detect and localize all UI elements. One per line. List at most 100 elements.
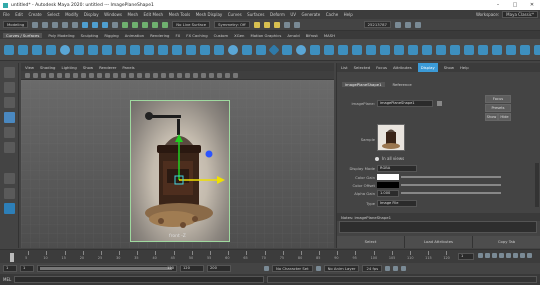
wireframe-on-shaded-icon[interactable] [145,72,150,78]
go-to-end-icon[interactable] [527,253,532,258]
film-gate-icon[interactable] [81,72,86,78]
menu-modify[interactable]: Modify [65,12,78,17]
presets-button[interactable]: Presets [485,104,511,112]
shelf-tab-custom[interactable]: Custom [214,33,229,38]
menuset-dropdown[interactable]: Modeling [3,21,29,28]
command-input[interactable] [14,276,265,283]
anim-preferences-icon[interactable] [401,266,407,271]
safe-action-icon[interactable] [113,72,118,78]
color-gain-slider[interactable] [401,176,501,178]
anim-layer-dropdown[interactable]: No Anim Layer [323,265,360,272]
menu-cache[interactable]: Cache [326,12,338,17]
hide-button[interactable]: Hide [498,113,511,121]
project-curve-icon[interactable] [436,44,446,55]
menu-file[interactable]: File [3,12,10,17]
color-gain-swatch[interactable] [377,174,399,180]
viewport-scene[interactable]: front -Z [21,80,334,248]
viewport-menu-show[interactable]: Show [83,65,93,70]
rotate-tool-icon[interactable] [4,127,15,138]
live-surface-field[interactable]: No Live Surface [172,21,211,28]
snap-grid-icon[interactable] [122,21,129,28]
camera-attributes-icon[interactable] [33,72,38,78]
shelf-tab-rigging[interactable]: Rigging [104,33,118,38]
shelf-tab-motion-graphics[interactable]: Motion Graphics [250,33,281,38]
insert-isoparms-icon[interactable] [520,44,530,55]
step-back-frame-icon[interactable] [492,253,497,258]
step-forward-frame-icon[interactable] [513,253,518,258]
notes-textarea[interactable] [339,221,537,233]
bezier-tools-icon[interactable] [214,44,224,55]
wireframe-icon[interactable] [129,72,134,78]
menu-deform[interactable]: Deform [270,12,285,17]
viewport-menu-lighting[interactable]: Lighting [61,65,76,70]
viewport-menu-shading[interactable]: Shading [40,65,55,70]
open-close-icon[interactable] [506,44,516,55]
step-back-key-icon[interactable] [485,253,490,258]
scale-tool-icon[interactable] [4,142,15,153]
alpha-gain-field[interactable]: 1.000 [377,190,399,197]
xray-joints-icon[interactable] [217,72,222,78]
render-view-icon[interactable] [293,21,300,28]
2d-pan-zoom-icon[interactable] [57,72,62,78]
command-language-label[interactable]: MEL [3,277,11,282]
ae-menu-focus[interactable]: Focus [376,65,387,70]
menu-windows[interactable]: Windows [104,12,122,17]
snap-live-icon[interactable] [162,21,169,28]
quick-layout-four-icon[interactable] [4,188,15,199]
color-offset-swatch[interactable] [377,182,399,188]
ae-menu-selected[interactable]: Selected [354,65,370,70]
viewport-menu-panels[interactable]: Panels [122,65,134,70]
play-forwards-icon[interactable] [506,253,511,258]
add-points-icon[interactable] [186,44,196,55]
attribute-editor-toggle-icon[interactable] [404,21,411,28]
cv-curve-icon[interactable] [4,44,14,55]
shelf-tab-animation[interactable]: Animation [125,33,144,38]
quick-layout-single-icon[interactable] [4,173,15,184]
grid-toggle-icon[interactable] [73,72,78,78]
nurbs-plane-icon[interactable] [282,44,292,55]
pencil-curve-icon[interactable] [32,44,42,55]
anti-aliasing-icon[interactable] [193,72,198,78]
ae-menu-help[interactable]: Help [460,65,469,70]
undo-icon[interactable] [62,21,69,28]
extend-curve-icon[interactable] [144,44,154,55]
shelf-tab-mash[interactable]: MASH [324,33,335,38]
save-scene-icon[interactable] [52,21,59,28]
ipr-render-icon[interactable] [263,21,270,28]
render-settings-icon[interactable] [273,21,280,28]
snap-point-icon[interactable] [142,21,149,28]
select-object-icon[interactable] [92,21,99,28]
step-forward-key-icon[interactable] [520,253,525,258]
extend-surface-icon[interactable] [534,44,540,55]
display-mode-dropdown[interactable]: RGBA [377,165,417,172]
symmetry-dropdown[interactable]: Symmetry: Off [214,21,250,28]
open-scene-icon[interactable] [42,21,49,28]
arc-icon[interactable] [46,44,56,55]
go-to-output-icon[interactable] [437,101,442,106]
move-tool-icon[interactable] [4,112,15,123]
node-tab-imageplaneshape[interactable]: imagePlaneShape1 [342,81,385,87]
textured-icon[interactable] [153,72,158,78]
nurbs-cone-icon[interactable] [268,43,280,56]
move-manipulator[interactable] [21,80,334,248]
in-all-views-option[interactable]: In all views [375,156,404,161]
ambient-occlusion-icon[interactable] [177,72,182,78]
snap-curve-icon[interactable] [132,21,139,28]
birail-icon[interactable] [366,44,376,55]
auto-key-icon[interactable] [393,266,399,271]
revolve-icon[interactable] [310,44,320,55]
shelf-tab-rendering[interactable]: Rendering [150,33,169,38]
animation-end-field[interactable]: 200 [207,265,231,272]
shelf-tab-curves-surfaces[interactable]: Curves / Surfaces [3,32,43,38]
resolution-gate-icon[interactable] [89,72,94,78]
maya-home-icon[interactable] [4,203,15,214]
shadows-icon[interactable] [169,72,174,78]
select-button[interactable]: Select [337,236,405,248]
square-surface-icon[interactable] [408,44,418,55]
safe-title-icon[interactable] [121,72,126,78]
range-slider-handle[interactable] [40,267,172,270]
node-tab-reference[interactable]: Reference [393,82,412,87]
select-camera-icon[interactable] [25,72,30,78]
viewport-menu-view[interactable]: View [25,65,34,70]
fps-dropdown[interactable]: 24 fps [362,265,383,272]
